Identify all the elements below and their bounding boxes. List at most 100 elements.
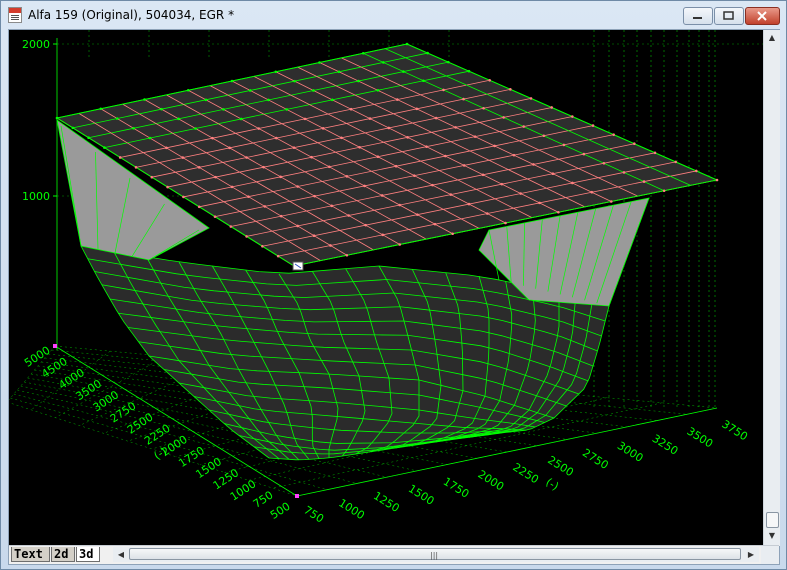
- horizontal-scrollbar[interactable]: ◀ ||| ▶: [113, 547, 759, 562]
- plateau-node: [500, 182, 504, 186]
- plateau-node: [55, 116, 59, 120]
- plateau-node: [467, 202, 471, 206]
- plateau-node: [103, 146, 106, 149]
- scroll-grip-icon: |||: [430, 551, 439, 560]
- plateau-node: [398, 203, 402, 207]
- plateau-node: [380, 194, 384, 197]
- plateau-node: [447, 60, 450, 64]
- plateau-node: [132, 126, 135, 130]
- plateau-node: [434, 116, 438, 120]
- tab-2d[interactable]: 2d: [51, 547, 75, 562]
- plateau-node: [642, 180, 646, 183]
- maximize-button[interactable]: [714, 7, 744, 25]
- x-axis-unit: (-): [543, 476, 561, 494]
- horizontal-scroll-thumb[interactable]: |||: [129, 548, 741, 560]
- plateau-node: [529, 97, 533, 100]
- close-button[interactable]: [745, 7, 780, 25]
- title-bar[interactable]: Alfa 159 (Original), 504034, EGR *: [1, 1, 786, 29]
- plateau-node: [160, 107, 163, 111]
- plateau-node: [473, 135, 477, 138]
- plateau-node: [330, 98, 334, 102]
- plateau-node: [542, 134, 546, 138]
- window-title: Alfa 159 (Original), 504034, EGR *: [28, 8, 235, 22]
- plateau-node: [590, 190, 594, 194]
- plateau-node: [481, 173, 485, 177]
- plateau-node: [674, 160, 677, 164]
- plateau-node: [329, 244, 332, 247]
- plateau-node: [462, 164, 466, 167]
- plateau-node: [279, 214, 283, 218]
- scroll-left-icon[interactable]: ◀: [113, 547, 129, 562]
- plateau-node: [431, 183, 434, 187]
- plateau-node: [263, 205, 267, 208]
- plateau-node: [695, 169, 698, 173]
- plateau-node: [358, 145, 361, 149]
- axis-corner-marker: [295, 494, 299, 498]
- plateau-node: [509, 88, 512, 91]
- y-tick-label: 500: [268, 500, 293, 522]
- plateau-node: [422, 79, 425, 83]
- x-tick-label: 3000: [615, 439, 646, 465]
- plateau-node: [622, 171, 626, 174]
- plateau-node: [245, 156, 248, 159]
- size-grip[interactable]: [761, 546, 779, 564]
- x-tick-label: 2250: [510, 461, 541, 487]
- plateau-node: [662, 189, 666, 193]
- scroll-right-icon[interactable]: ▶: [743, 547, 759, 562]
- plateau-node: [602, 161, 606, 165]
- close-icon: [757, 11, 767, 21]
- plateau-node: [387, 126, 391, 130]
- x-tick-label: 750: [301, 504, 326, 526]
- minimize-button[interactable]: [683, 7, 713, 25]
- plateau-node: [571, 181, 574, 185]
- scroll-down-icon[interactable]: ▼: [764, 528, 780, 544]
- plateau-node: [612, 133, 615, 136]
- plateau-node: [275, 136, 278, 140]
- vertical-scrollbar[interactable]: ▲ ▼: [763, 30, 780, 546]
- plateau-node: [522, 125, 526, 128]
- plateau-node: [591, 124, 595, 127]
- plateau-node: [197, 166, 201, 169]
- maximize-icon: [723, 11, 734, 20]
- plateau-node: [99, 107, 103, 111]
- axis-corner-marker: [53, 344, 57, 348]
- plateau-node: [118, 156, 122, 159]
- plateau-node: [312, 89, 315, 92]
- plateau-node: [396, 98, 399, 101]
- tab-3d[interactable]: 3d: [76, 547, 100, 562]
- plateau-node: [310, 155, 313, 159]
- plateau-node: [296, 185, 299, 188]
- plateau-node: [143, 98, 146, 101]
- plateau-node: [493, 144, 496, 148]
- plateau-node: [512, 153, 516, 157]
- plateau-node: [279, 175, 282, 179]
- plateau-node: [293, 79, 296, 83]
- scroll-up-icon[interactable]: ▲: [764, 30, 780, 46]
- plateau-node: [213, 215, 217, 218]
- plateau-node: [204, 98, 208, 102]
- plateau-node: [292, 146, 296, 149]
- x-tick-label: 3750: [719, 418, 750, 444]
- tab-text[interactable]: Text: [11, 547, 50, 562]
- app-icon[interactable]: [8, 7, 22, 23]
- plateau-node: [349, 107, 353, 111]
- plateau-node: [571, 115, 574, 118]
- plateau-node: [376, 89, 380, 92]
- plateau-node: [519, 192, 522, 195]
- plateau-node: [285, 108, 289, 111]
- plateau-node: [194, 127, 197, 130]
- plateau-node: [715, 178, 719, 182]
- x-tick-label: 2750: [580, 446, 611, 472]
- plateau-node: [415, 107, 419, 111]
- plateau-node: [229, 225, 233, 228]
- minimize-icon: [693, 17, 702, 19]
- surface-plot-3d[interactable]: 2000100050004500400035003000275025002250…: [9, 30, 763, 544]
- plateau-node: [296, 224, 299, 228]
- plateau-node: [230, 79, 234, 83]
- plateau-node: [538, 201, 541, 205]
- plateau-node: [327, 165, 331, 169]
- plateau-node: [364, 223, 368, 227]
- plateau-node: [449, 193, 453, 196]
- plateau-node: [444, 154, 447, 158]
- vertical-scroll-thumb[interactable]: [766, 512, 779, 528]
